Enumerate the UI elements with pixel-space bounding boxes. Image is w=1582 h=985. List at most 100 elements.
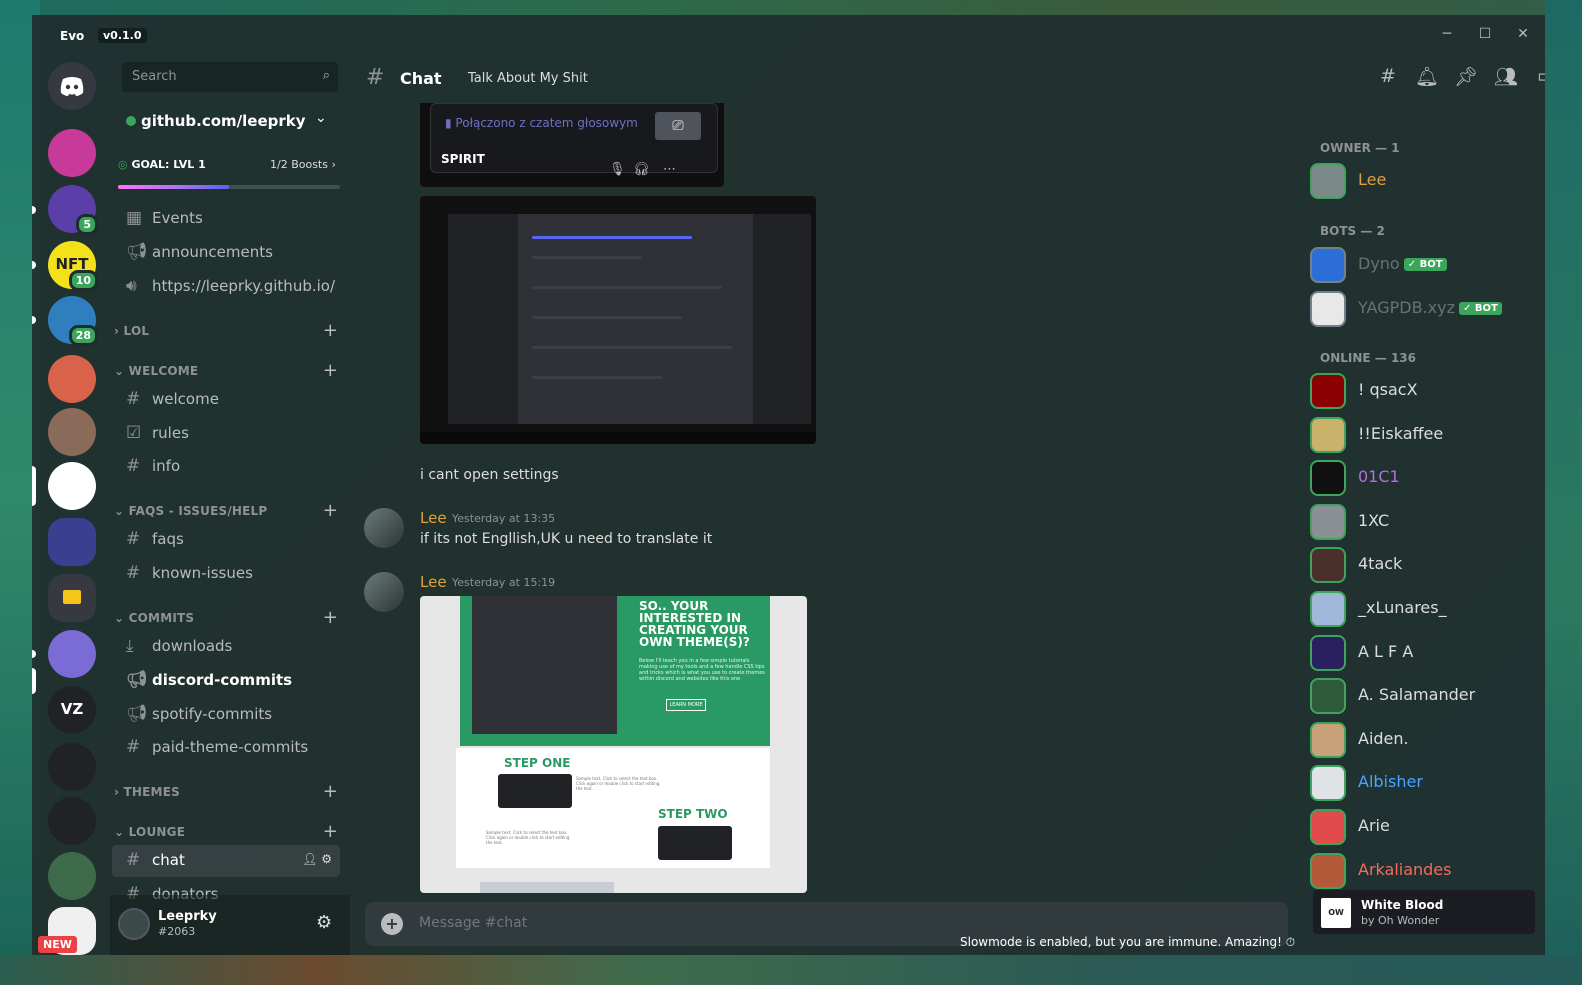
member-item[interactable]: _xLunares_	[1310, 587, 1540, 629]
avatar[interactable]	[364, 572, 404, 612]
website-step-one: STEP ONE	[504, 756, 571, 770]
server-nft[interactable]: NFT 10	[48, 241, 98, 291]
invite-icon[interactable]: 👤︎	[302, 852, 321, 866]
members-icon[interactable]: 👥︎	[1494, 65, 1518, 88]
bell-icon[interactable]: 🔔︎	[1415, 65, 1439, 88]
maximize-button[interactable]: ☐	[1474, 24, 1496, 44]
channel-tools: 👤︎ ⚙	[302, 852, 332, 866]
server-bd1[interactable]	[48, 743, 96, 791]
channel-item[interactable]: 📢︎ spotify-commits	[112, 699, 340, 731]
channel-item[interactable]: ☑ rules	[112, 418, 340, 450]
channel-item[interactable]: # chat 👤︎ ⚙	[112, 845, 340, 877]
channel-category[interactable]: ⌄ LOUNGE +	[114, 821, 340, 842]
channel-item[interactable]: # known-issues	[112, 558, 340, 590]
pin-icon[interactable]: 📌︎	[1454, 65, 1478, 88]
server-calendar[interactable]: 28	[48, 296, 98, 346]
avatar[interactable]	[118, 908, 150, 940]
avatar[interactable]	[364, 508, 404, 548]
member-item[interactable]: Arkaliandes	[1310, 849, 1540, 891]
member-item[interactable]: YAGPDB.xyz ✓ BOT	[1310, 287, 1540, 329]
member-item[interactable]: 1XC	[1310, 500, 1540, 542]
settings-gear-icon[interactable]: ⚙	[316, 912, 332, 933]
boost-count[interactable]: 1/2 Boosts ›	[270, 158, 336, 171]
server-rail: 5 NFT 10 28 VZ NEW	[32, 55, 110, 955]
search-input[interactable]: Search ⌕	[122, 62, 338, 92]
channel-item[interactable]: # welcome	[112, 384, 340, 416]
channel-item[interactable]: ▦ Events	[112, 203, 340, 235]
member-item[interactable]: Aiden.	[1310, 718, 1540, 760]
member-item[interactable]: Dyno ✓ BOT	[1310, 243, 1540, 285]
minimize-button[interactable]: ─	[1436, 24, 1458, 44]
add-channel-icon[interactable]: +	[323, 500, 338, 521]
member-item[interactable]: A L F A	[1310, 631, 1540, 673]
server-night[interactable]: 5	[48, 185, 98, 235]
server-yellow-folder[interactable]	[48, 574, 96, 622]
member-item[interactable]: A. Salamander	[1310, 674, 1540, 716]
inbox-icon[interactable]: ▭	[1534, 65, 1545, 87]
channel-category[interactable]: › THEMES +	[114, 781, 340, 802]
voice-panel-image: ▮ Połączono z czatem głosowym ⎚ SPIRIT 🎙…	[430, 103, 718, 177]
now-playing-toast[interactable]: OW White Blood by Oh Wonder	[1313, 890, 1535, 934]
boost-goal[interactable]: ◎ GOAL: LVL 1	[118, 158, 206, 171]
member-name: Arkaliandes	[1358, 859, 1452, 879]
server-goose2[interactable]	[48, 852, 96, 900]
channel-item[interactable]: 📢︎ discord-commits	[112, 665, 340, 697]
server-plug[interactable]	[48, 630, 96, 678]
threads-icon[interactable]: #	[1376, 65, 1400, 87]
server-folder[interactable]	[48, 518, 96, 566]
add-attachment-icon[interactable]: +	[381, 913, 403, 935]
message-author[interactable]: Lee	[420, 573, 447, 591]
member-name: !!Eiskaffee	[1358, 423, 1444, 443]
member-item[interactable]: ! qsacX	[1310, 369, 1540, 411]
member-item[interactable]: Albisher	[1310, 761, 1540, 803]
headphones-icon: 🎧︎	[633, 162, 650, 177]
add-channel-icon[interactable]: +	[323, 607, 338, 628]
message-author[interactable]: Lee	[420, 509, 447, 527]
member-item[interactable]: 4tack	[1310, 543, 1540, 585]
channel-item[interactable]: # faqs	[112, 524, 340, 556]
website-card	[658, 826, 732, 860]
add-channel-icon[interactable]: +	[323, 320, 338, 341]
message-list: ▮ Połączono z czatem głosowym ⎚ SPIRIT 🎙…	[350, 103, 1290, 893]
image-attachment-screenshot[interactable]	[420, 196, 816, 444]
gear-icon[interactable]: ⚙	[321, 852, 332, 866]
member-item[interactable]: Arie	[1310, 805, 1540, 847]
channel-category[interactable]: ⌄ COMMITS +	[114, 607, 340, 628]
avatar	[1310, 765, 1346, 802]
message-input[interactable]: Message #chat	[419, 915, 527, 931]
hash-icon: #	[126, 456, 141, 476]
server-label: VZ	[60, 700, 84, 718]
server-name[interactable]: github.com/leeprky	[126, 112, 306, 130]
server-bd2[interactable]	[48, 797, 96, 845]
channel-category[interactable]: ⌄ FAQS - ISSUES/HELP +	[114, 500, 340, 521]
chevron-down-icon: ⌄	[114, 611, 129, 625]
add-channel-icon[interactable]: +	[323, 360, 338, 381]
add-channel-icon[interactable]: +	[323, 821, 338, 842]
image-attachment-voice[interactable]: ▮ Połączono z czatem głosowym ⎚ SPIRIT 🎙…	[420, 103, 724, 187]
mention-badge: 10	[68, 270, 98, 291]
channel-item[interactable]: ⤓ downloads	[112, 631, 340, 663]
chevron-down-icon[interactable]: ⌄	[315, 110, 327, 126]
member-item[interactable]: 01C1	[1310, 456, 1540, 498]
channel-item[interactable]: # info	[112, 451, 340, 483]
channel-item[interactable]: # paid-theme-commits	[112, 732, 340, 764]
channel-category[interactable]: ⌄ WELCOME +	[114, 360, 340, 381]
server-new[interactable]: NEW	[38, 907, 96, 955]
avatar	[1310, 163, 1346, 199]
server-sunset[interactable]	[48, 355, 96, 403]
image-attachment-website[interactable]: SO.. YOUR INTERESTED IN CREATING YOUR OW…	[420, 596, 807, 893]
home-button[interactable]	[48, 62, 96, 110]
server-vz[interactable]: VZ	[48, 686, 96, 734]
member-item[interactable]: Lee	[1310, 159, 1540, 201]
channel-category[interactable]: › LOL +	[114, 320, 340, 341]
member-item[interactable]: !!Eiskaffee	[1310, 413, 1540, 455]
username: Leeprky	[158, 909, 217, 924]
server-heroes[interactable]	[48, 408, 96, 456]
channel-topic[interactable]: Talk About My Shit	[468, 71, 588, 86]
channel-item[interactable]: 📢︎ announcements	[112, 237, 340, 269]
add-channel-icon[interactable]: +	[323, 781, 338, 802]
close-button[interactable]: ✕	[1512, 24, 1534, 44]
server-goose[interactable]	[48, 462, 96, 510]
server-w[interactable]	[48, 129, 96, 177]
channel-item[interactable]: 🔊︎ https://leeprky.github.io/	[112, 271, 340, 303]
